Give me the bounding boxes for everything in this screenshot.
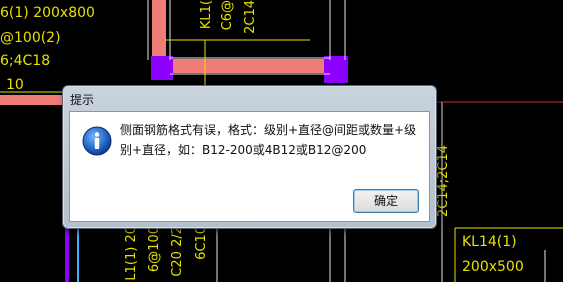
beam-horizontal-left <box>0 95 65 105</box>
dialog-message: 侧面钢筋格式有误，格式：级别+直径@间距或数量+级别+直径，如：B12-200或… <box>120 123 417 157</box>
info-icon <box>82 126 112 156</box>
cad-label-line-1: 6(1) 200x800 <box>0 5 95 21</box>
cad-label-kl14: KL14(1) <box>462 234 517 250</box>
message-dialog: 提示 侧面钢筋格式有误，格式：级别+直径@间距或数量+级别+直径，如：B12-2… <box>62 85 437 229</box>
dialog-content: 侧面钢筋格式有误，格式：级别+直径@间距或数量+级别+直径，如：B12-200或… <box>69 111 430 222</box>
ok-button[interactable]: 确定 <box>353 189 419 213</box>
cad-label-bottom-1: L1(1) 20 <box>124 226 139 281</box>
cad-label-bottom-4: 6C10 <box>194 226 209 260</box>
cad-label-right-vertical: 2C14;2C14 <box>436 145 451 218</box>
cad-label-2c14-top: 2C14 <box>243 0 258 34</box>
column-bottom-left <box>65 225 69 282</box>
cad-label-kl14-size: 200x500 <box>462 259 524 275</box>
cad-label-line-4: 10 <box>6 77 24 93</box>
cad-label-line-2: @100(2) <box>0 30 61 46</box>
cad-label-bottom-2: 6@100 <box>147 226 162 273</box>
cad-label-line-3: 6;4C18 <box>0 53 51 69</box>
beam-horizontal-top <box>155 59 333 73</box>
dialog-title-bar[interactable]: 提示 <box>63 86 436 110</box>
dialog-title: 提示 <box>70 93 95 107</box>
cad-label-c6-top: C6@ <box>220 0 235 31</box>
cad-label-bottom-3: C20 2/2 <box>170 226 185 277</box>
beam-vertical-left <box>152 0 166 60</box>
cad-label-kl1-top: KL1( <box>199 0 214 30</box>
column-right <box>324 56 348 83</box>
